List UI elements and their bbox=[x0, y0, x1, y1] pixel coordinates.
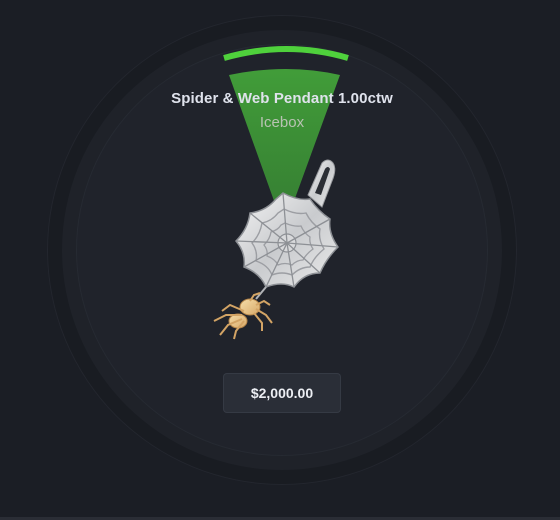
spin-wheel-stage: Spider & Web Pendant 1.00ctw Icebox $2,0… bbox=[0, 0, 560, 520]
pendant-bail bbox=[307, 159, 336, 208]
gold-spider bbox=[213, 292, 273, 340]
pendant-web bbox=[234, 192, 339, 288]
spider-web-pendant-icon bbox=[213, 159, 339, 340]
item-price-badge: $2,000.00 bbox=[223, 373, 341, 413]
winner-arc-indicator bbox=[223, 46, 349, 61]
item-name: Spider & Web Pendant 1.00ctw bbox=[171, 90, 393, 107]
item-brand: Icebox bbox=[259, 114, 305, 131]
